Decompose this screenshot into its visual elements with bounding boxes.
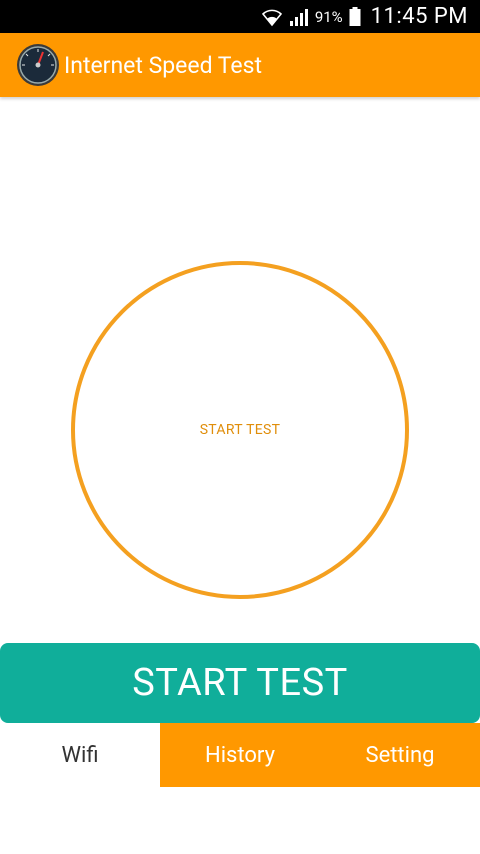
tab-setting[interactable]: Setting [320,723,480,787]
start-test-ring[interactable]: START TEST [71,261,409,599]
app-toolbar: Internet Speed Test [0,33,480,97]
tab-history[interactable]: History [160,723,320,787]
status-bar: 91% 11:45 PM [0,0,480,33]
battery-icon [349,6,361,27]
battery-percent: 91% [314,7,343,26]
bottom-tab-bar: Wifi History Setting [0,723,480,787]
start-test-button[interactable]: START TEST [0,643,480,723]
ring-label: START TEST [199,422,281,438]
speedometer-icon [16,43,60,87]
wifi-icon [261,7,283,27]
app-screen: 91% 11:45 PM Internet Speed Test START T… [0,0,480,854]
status-time: 11:45 PM [370,4,468,29]
app-title: Internet Speed Test [64,51,262,79]
cell-signal-icon [289,7,311,27]
tab-wifi[interactable]: Wifi [0,723,160,787]
